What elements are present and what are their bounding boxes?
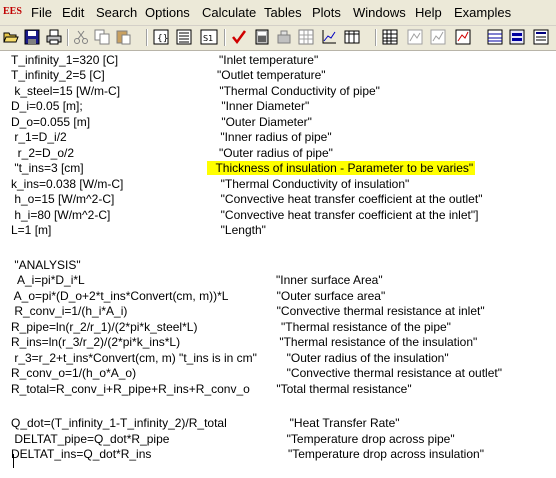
app-logo-icon[interactable]: EES: [3, 5, 22, 19]
comment-text: "Total thermal resistance": [273, 382, 412, 396]
menu-bar: EES File Edit Search Options Calculate T…: [0, 0, 556, 26]
comment-text: "Outlet temperature": [217, 68, 326, 82]
code-line: r_1=D_i/2: [11, 130, 67, 144]
code-line: A_i=pi*D_i*L: [11, 273, 85, 287]
code-line: r_2=D_o/2: [11, 146, 75, 160]
code-line: T_infinity_2=5 [C]: [11, 68, 105, 82]
menu-search[interactable]: Search: [96, 5, 137, 21]
code-line: DELTAT_pipe=Q_dot*R_pipe: [11, 432, 170, 446]
code-line: A_o=pi*(D_o+2*t_ins*Convert(cm, m))*L: [11, 289, 229, 303]
svg-text:{}: {}: [157, 34, 168, 44]
menu-examples[interactable]: Examples: [454, 5, 511, 21]
menu-help[interactable]: Help: [415, 5, 442, 21]
comment-text: "Outer Diameter": [218, 115, 312, 129]
code-line: L=1 [m]: [11, 223, 52, 237]
equations-window-icon[interactable]: {}: [152, 28, 170, 46]
code-line: r_3=r_2+t_ins*Convert(cm, m) "t_ins is i…: [11, 351, 257, 365]
diagram-window-icon[interactable]: [406, 28, 424, 46]
comment-text: "Thermal resistance of the insulation": [266, 335, 478, 349]
code-line: R_conv_o=1/(h_o*A_o): [11, 366, 137, 380]
code-line: R_pipe=ln(r_2/r_1)/(2*pi*k_steel*L): [11, 320, 198, 334]
calculator-icon[interactable]: [253, 28, 271, 46]
comment-text: "Temperature drop across pipe": [280, 432, 455, 446]
svg-text:S1: S1: [203, 34, 213, 43]
code-line: DELTAT_ins=Q_dot*R_ins: [11, 447, 152, 461]
comment-text: "Convective heat transfer coefficient at…: [214, 208, 479, 222]
comment-text: "Convective heat transfer coefficient at…: [214, 192, 483, 206]
plot-window-icon[interactable]: [320, 28, 338, 46]
menu-windows[interactable]: Windows: [353, 5, 406, 21]
code-line: R_ins=ln(r_3/r_2)/(2*pi*k_ins*L): [11, 335, 181, 349]
code-line: D_o=0.055 [m]: [11, 115, 91, 129]
code-line: Q_dot=(T_infinity_1-T_infinity_2)/R_tota…: [11, 416, 227, 430]
menu-options[interactable]: Options: [145, 5, 190, 21]
code-line: "t_ins=3 [cm]: [11, 161, 84, 175]
comment-text: "Outer radius of the insulation": [280, 351, 449, 365]
menu-file[interactable]: File: [31, 5, 52, 21]
comment-text: "Thermal resistance of the pipe": [271, 320, 451, 334]
comment-text: "Convective thermal resistance at inlet": [270, 304, 485, 318]
window-tile-icon[interactable]: [532, 28, 550, 46]
formatted-equations-icon[interactable]: [175, 28, 193, 46]
help-icon[interactable]: [486, 28, 504, 46]
open-folder-icon[interactable]: [2, 28, 20, 46]
comment-text: "Convective thermal resistance at outlet…: [270, 366, 502, 380]
code-line: R_total=R_conv_i+R_pipe+R_ins+R_conv_o: [11, 382, 250, 396]
code-line: D_i=0.05 [m];: [11, 99, 83, 113]
highlighted-comment-text: Thickness of insulation - Parameter to b…: [207, 161, 476, 175]
menu-plots[interactable]: Plots: [312, 5, 341, 21]
menu-edit[interactable]: Edit: [62, 5, 84, 21]
code-line: T_infinity_1=320 [C]: [11, 53, 119, 67]
comment-text: "Inner radius of pipe": [217, 130, 332, 144]
grid-icon[interactable]: [297, 28, 315, 46]
comment-text: "Outer surface area": [270, 289, 386, 303]
comment-text: "Thermal Conductivity of insulation": [214, 177, 410, 191]
code-line: R_conv_i=1/(h_i*A_i): [11, 304, 128, 318]
report-icon[interactable]: [454, 28, 472, 46]
extra-window-icon[interactable]: [508, 28, 526, 46]
comment-text: "Length": [214, 223, 266, 237]
comment-text: "Heat Transfer Rate": [283, 416, 400, 430]
save-disk-icon[interactable]: [23, 28, 41, 46]
comment-text: "Thermal Conductivity of pipe": [216, 84, 380, 98]
print-icon[interactable]: [45, 28, 63, 46]
code-line: k_ins=0.038 [W/m-C]: [11, 177, 124, 191]
menu-tables[interactable]: Tables: [264, 5, 302, 21]
toolbar: {} S1: [0, 26, 556, 51]
code-line: k_steel=15 [W/m-C]: [11, 84, 121, 98]
comment-text: "Temperature drop across insulation": [278, 447, 484, 461]
solution-window-icon[interactable]: S1: [200, 28, 218, 46]
copy-icon[interactable]: [93, 28, 111, 46]
paste-icon[interactable]: [114, 28, 132, 46]
lookup-table-icon[interactable]: [381, 28, 399, 46]
equations-editor[interactable]: T_infinity_1=320 [C] "Inlet temperature"…: [0, 51, 556, 478]
cut-scissors-icon[interactable]: [72, 28, 90, 46]
comment-text: "Inlet temperature": [219, 53, 319, 67]
arrays-icon[interactable]: [275, 28, 293, 46]
code-line: "ANALYSIS": [11, 258, 81, 272]
comment-text: "Outer radius of pipe": [219, 146, 333, 160]
plot-2-icon[interactable]: [429, 28, 447, 46]
menu-calculate[interactable]: Calculate: [202, 5, 256, 21]
code-line: h_o=15 [W/m^2-C]: [11, 192, 115, 206]
comment-text: "Inner Diameter": [218, 99, 310, 113]
code-line: h_i=80 [W/m^2-C]: [11, 208, 111, 222]
parametric-table-icon[interactable]: [343, 28, 361, 46]
check-equations-icon[interactable]: [230, 28, 248, 46]
comment-text: "Inner surface Area": [276, 273, 383, 287]
